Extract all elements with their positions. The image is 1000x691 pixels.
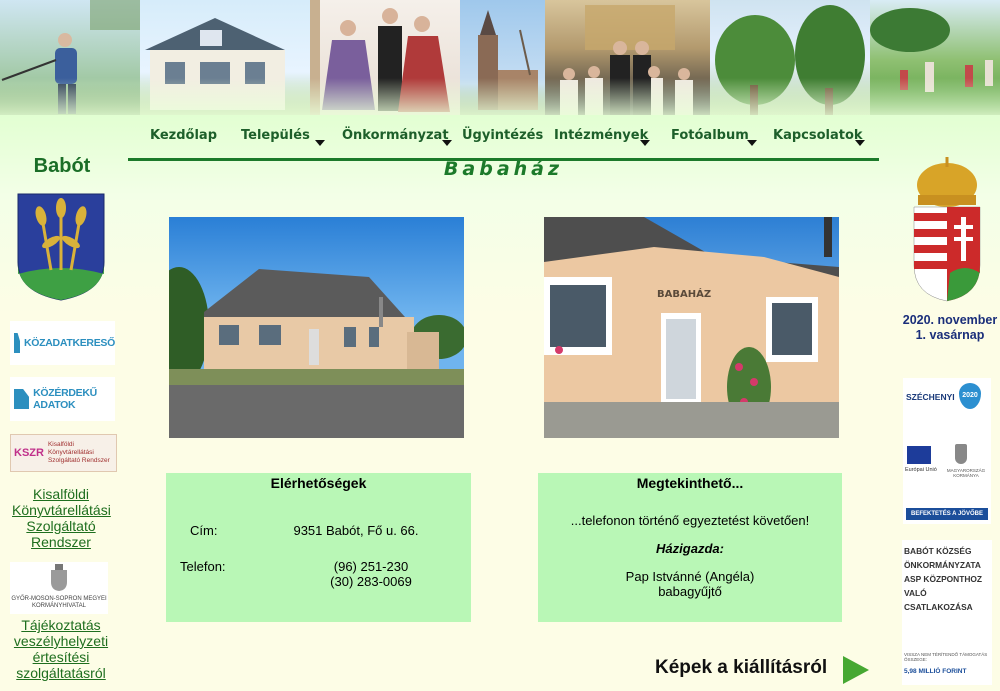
babahaz-photo-entrance[interactable]: BABAHÁZ (544, 217, 839, 438)
chevron-down-icon[interactable] (855, 140, 865, 146)
host-name: Pap Istvánné (Angéla) (625, 569, 755, 584)
gallery-link[interactable]: Képek a kiállításról (655, 657, 827, 679)
hungarian-coat-of-arms-icon (913, 157, 981, 302)
kszr-logo-icon: KSZR (14, 447, 44, 459)
hungarian-coat-of-arms-icon (51, 564, 67, 591)
header-banner (0, 0, 1000, 120)
szechenyi-banner[interactable]: SZÉCHENYI 2020 Európai Unió MAGYARORSZÁG… (903, 378, 991, 524)
chevron-down-icon[interactable] (315, 140, 325, 146)
kormanyhivatal-logo[interactable]: GYŐR-MOSON-SOPRON MEGYEI KORMÁNYHIVATAL (10, 562, 108, 614)
kozerdeku-adatok-banner[interactable]: KÖZÉRDEKŰ ADATOK (10, 377, 115, 421)
weekday-line: 1. vasárnap (915, 328, 985, 342)
contact-heading: Elérhetőségek (270, 475, 367, 491)
visiting-box: Megtekinthető... ...telefonon történő eg… (538, 473, 842, 622)
visiting-note: ...telefonon történő egyeztetést követőe… (570, 513, 810, 528)
nav-item-telepules[interactable]: Település (241, 128, 310, 143)
date-display: 2020. november 1. vasárnap (880, 313, 1000, 343)
visiting-heading: Megtekinthető... (636, 475, 744, 491)
address-label: Cím: (190, 523, 218, 538)
eu-flag-icon (907, 446, 931, 464)
arrow-right-icon[interactable] (843, 656, 869, 684)
document-icon (14, 389, 30, 409)
host-title: babagyűjtő (658, 584, 722, 599)
emergency-notice-link[interactable]: Tájékoztatás veszélyhelyzeti értesítési … (8, 617, 114, 681)
nav-item-kezdolap[interactable]: Kezdőlap (150, 128, 217, 143)
phone-value-2: (30) 283-0069 (330, 574, 412, 589)
document-icon (14, 333, 20, 353)
date-line: 2020. november (902, 313, 998, 327)
contact-box: Elérhetőségek Cím: 9351 Babót, Fő u. 66.… (166, 473, 471, 622)
host-label: Házigazda: (656, 541, 724, 556)
nav-item-intezmenyek[interactable]: Intézmények (554, 128, 648, 143)
page-title: Babaház (443, 158, 564, 180)
kszr-banner[interactable]: KSZR Kisalföldi Könyvtárellátási Szolgál… (10, 434, 117, 472)
library-link[interactable]: Kisalföldi Könyvtárellátási Szolgáltató … (12, 486, 111, 550)
main-nav: Kezdőlap Település Önkormányzat Ügyintéz… (128, 118, 879, 161)
chevron-down-icon[interactable] (747, 140, 757, 146)
babahaz-photo-street[interactable] (169, 217, 464, 438)
asp-project-banner[interactable]: BABÓT KÖZSÉG ÖNKORMÁNYZATA ASP KÖZPONTHO… (902, 540, 992, 685)
government-crest-icon (955, 444, 967, 464)
address-value: 9351 Babót, Fő u. 66. (293, 523, 419, 538)
nav-item-onkormanyzat[interactable]: Önkormányzat (342, 128, 449, 143)
coat-of-arms-icon[interactable] (16, 192, 106, 302)
chevron-down-icon[interactable] (640, 140, 650, 146)
site-name: Babót (33, 155, 91, 177)
babahaz-sign: BABAHÁZ (657, 287, 711, 300)
entrance-house-figure: BABAHÁZ (544, 217, 839, 438)
nav-item-fotoalbum[interactable]: Fotóalbum (671, 128, 749, 143)
kozadatkereso-banner[interactable]: KÖZADATKERESŐ (10, 321, 115, 365)
nav-item-kapcsolatok[interactable]: Kapcsolatok (773, 128, 863, 143)
szechenyi-2020-icon: 2020 (959, 383, 981, 409)
content-background (0, 115, 1000, 691)
phone-value-1: (96) 251-230 (333, 559, 409, 574)
phone-label: Telefon: (180, 559, 226, 574)
chevron-down-icon[interactable] (442, 140, 452, 146)
nav-item-ugyintezes[interactable]: Ügyintézés (462, 128, 543, 143)
street-house-figure (169, 267, 464, 438)
